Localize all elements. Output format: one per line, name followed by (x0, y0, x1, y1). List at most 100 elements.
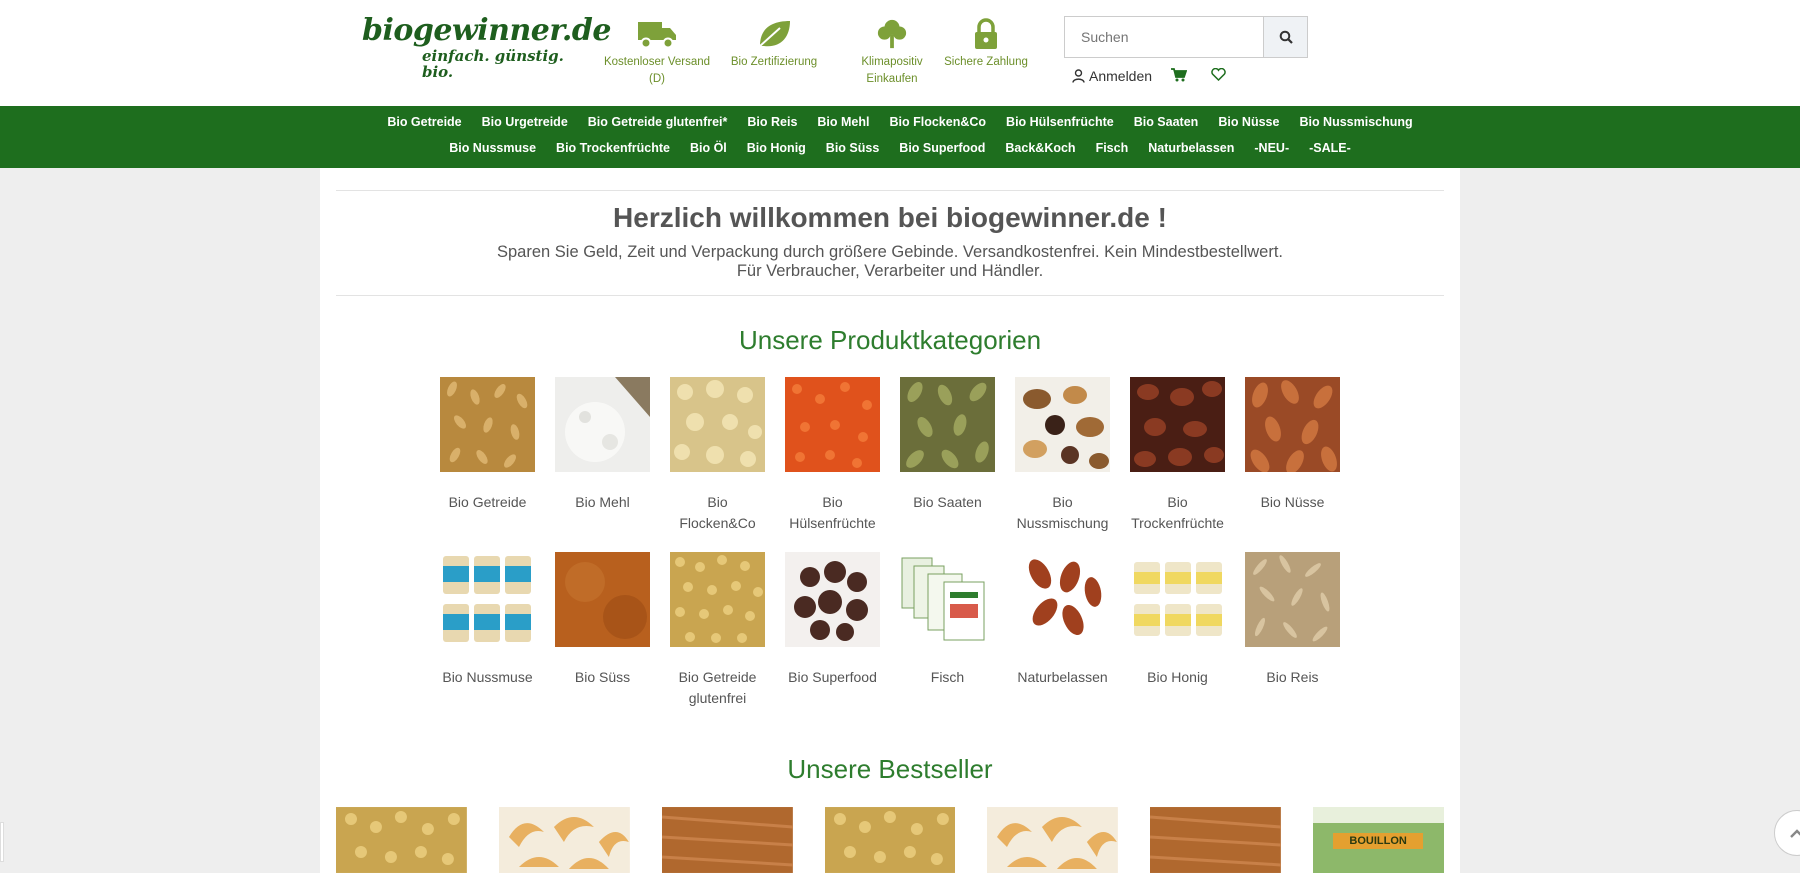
category-image-nut-butter (440, 552, 535, 647)
category-tile[interactable]: Bio Nussmuse (440, 552, 535, 709)
nav-item[interactable]: Bio Superfood (899, 141, 985, 155)
category-tile[interactable]: Bio Hülsenfrüchte (785, 377, 880, 534)
nav-item[interactable]: Bio Getreide glutenfrei* (588, 115, 728, 129)
category-label: Bio Reis (1266, 669, 1319, 685)
bestseller-product-image[interactable] (987, 807, 1119, 873)
search-input[interactable] (1065, 17, 1261, 57)
category-image-grain (440, 377, 535, 472)
nav-item[interactable]: Bio Getreide (387, 115, 461, 129)
nav-item[interactable]: Bio Nussmuse (449, 141, 536, 155)
category-tile[interactable]: Bio Nüsse (1245, 377, 1340, 534)
nav-item[interactable]: Bio Nussmischung (1299, 115, 1412, 129)
divider (336, 190, 1444, 191)
category-label: Bio Nüsse (1260, 494, 1325, 510)
category-tile[interactable]: Bio Trockenfrüchte (1130, 377, 1225, 534)
category-image-flour (555, 377, 650, 472)
usp-bio-certification: Bio Zertifizierung (719, 18, 829, 71)
nav-item[interactable]: Bio Honig (747, 141, 806, 155)
search-button[interactable] (1263, 17, 1307, 57)
category-label: Bio Hülsenfrüchte (789, 494, 876, 531)
side-tab[interactable] (0, 822, 4, 862)
nav-item[interactable]: Bio Saaten (1134, 115, 1199, 129)
logo-wordmark: biogewinner.de (362, 13, 611, 48)
category-tile[interactable]: Bio Superfood (785, 552, 880, 709)
category-tile[interactable]: Bio Saaten (900, 377, 995, 534)
category-image-lentils (785, 377, 880, 472)
nav-item[interactable]: Bio Öl (690, 141, 727, 155)
category-tile[interactable]: Bio Nussmischung (1015, 377, 1110, 534)
nav-item[interactable]: Bio Mehl (817, 115, 869, 129)
chevron-up-icon (1790, 829, 1800, 838)
nav-item[interactable]: Bio Flocken&Co (890, 115, 987, 129)
logo-tagline: einfach. günstig. bio. (422, 47, 564, 81)
nav-item[interactable]: Bio Trockenfrüchte (556, 141, 670, 155)
usp-free-shipping: Kostenloser Versand (D) (602, 18, 712, 88)
category-tile[interactable]: Bio Reis (1245, 552, 1340, 709)
bestseller-product-image[interactable] (1150, 807, 1282, 873)
truck-icon (602, 18, 712, 50)
categories-title: Unsere Produktkategorien (738, 325, 1042, 355)
category-tile[interactable]: Bio Flocken&Co (670, 377, 765, 534)
category-image-honey (1130, 552, 1225, 647)
usp-label: Klimapositiv Einkaufen (861, 56, 923, 85)
site-logo[interactable]: biogewinner.de einfach. günstig. bio. (362, 13, 611, 81)
category-grid-row-1: Bio Getreide Bio Mehl Bio Flocken&Co Bio… (440, 377, 1360, 534)
cart-icon (1171, 68, 1187, 82)
category-label: Bio Flocken&Co (679, 494, 756, 531)
bestseller-product-image[interactable] (336, 807, 467, 873)
category-tile[interactable]: Fisch (900, 552, 995, 709)
bestseller-product-image[interactable] (661, 807, 793, 873)
nav-item[interactable]: Naturbelassen (1148, 141, 1234, 155)
bestseller-product-image[interactable]: BOUILLON (1313, 807, 1445, 873)
nav-item[interactable]: Bio Süss (826, 141, 880, 155)
usp-label: Bio Zertifizierung (730, 56, 818, 68)
bestseller-product-image[interactable] (824, 807, 956, 873)
search-box (1064, 16, 1308, 58)
category-label: Bio Getreide (448, 494, 527, 510)
nav-item[interactable]: Bio Nüsse (1218, 115, 1279, 129)
category-label: Naturbelassen (1017, 669, 1108, 685)
category-label: Bio Honig (1147, 669, 1208, 685)
nav-item[interactable]: Bio Urgetreide (482, 115, 568, 129)
category-label: Fisch (930, 669, 965, 685)
nav-item[interactable]: Fisch (1096, 141, 1129, 155)
bestseller-product-image[interactable] (498, 807, 630, 873)
nav-item[interactable]: Bio Hülsenfrüchte (1006, 115, 1114, 129)
main-content: Herzlich willkommen bei biogewinner.de !… (320, 168, 1460, 873)
category-image-rice (1245, 552, 1340, 647)
nav-row-2: Bio Nussmuse Bio Trockenfrüchte Bio Öl B… (0, 141, 1800, 155)
category-tile[interactable]: Bio Honig (1130, 552, 1225, 709)
divider (336, 295, 1444, 296)
user-icon (1072, 69, 1085, 83)
category-image-dried-fruit (1130, 377, 1225, 472)
category-image-seeds (900, 377, 995, 472)
category-image-cacao-nibs (785, 552, 880, 647)
category-label: Bio Nussmischung (1016, 494, 1109, 531)
category-tile[interactable]: Bio Süss (555, 552, 650, 709)
category-tile[interactable]: Naturbelassen (1015, 552, 1110, 709)
welcome-subtitle-2: Für Verbraucher, Verarbeiter und Händler… (736, 262, 1044, 280)
site-header: biogewinner.de einfach. günstig. bio. Ko… (0, 0, 1800, 106)
bestseller-title: Unsere Bestseller (787, 754, 993, 784)
category-tile[interactable]: Bio Getreide (440, 377, 535, 534)
category-tile[interactable]: Bio Mehl (555, 377, 650, 534)
category-label: Bio Nussmuse (442, 669, 533, 685)
wishlist-button[interactable] (1211, 68, 1230, 81)
cart-button[interactable] (1171, 68, 1191, 82)
login-label: Anmelden (1089, 68, 1153, 84)
category-image-almonds (1245, 377, 1340, 474)
nav-item[interactable]: -NEU- (1254, 141, 1289, 155)
category-label: Bio Superfood (788, 669, 877, 685)
usp-label: Sichere Zahlung (944, 56, 1028, 68)
login-link[interactable]: Anmelden (1072, 68, 1152, 84)
category-image-buckwheat (670, 552, 765, 647)
category-tile[interactable]: Bio Getreide glutenfrei (670, 552, 765, 709)
nav-item[interactable]: Back&Koch (1005, 141, 1075, 155)
category-label: Bio Süss (574, 669, 631, 685)
nav-item[interactable]: -SALE- (1309, 141, 1351, 155)
nav-row-1: Bio Getreide Bio Urgetreide Bio Getreide… (0, 115, 1800, 129)
scroll-to-top-button[interactable] (1774, 810, 1800, 856)
nav-item[interactable]: Bio Reis (747, 115, 797, 129)
main-nav: Bio Getreide Bio Urgetreide Bio Getreide… (0, 106, 1800, 168)
category-grid-row-2: Bio Nussmuse Bio Süss Bio Getreide glute… (440, 552, 1360, 709)
